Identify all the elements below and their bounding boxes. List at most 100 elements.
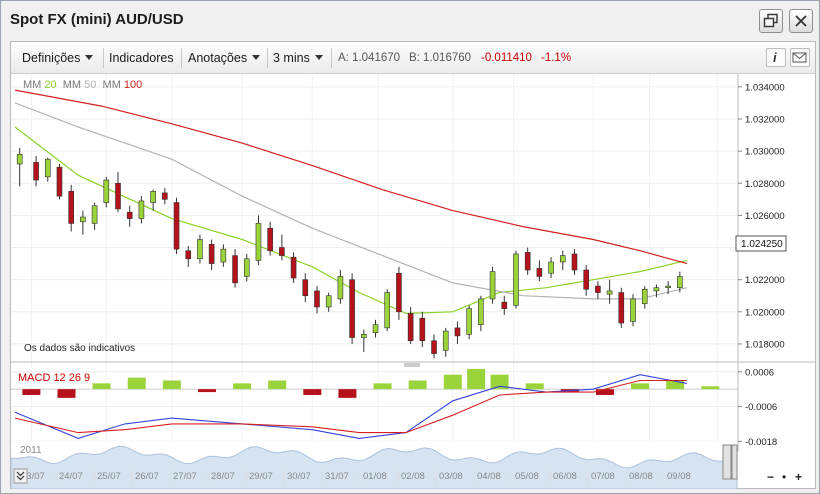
price-tick-label: 1.020000: [745, 307, 785, 318]
pane-resize-grip[interactable]: [404, 363, 420, 367]
macd-histogram-bar: [197, 389, 216, 393]
candle-body: [536, 268, 543, 277]
ma-line: [14, 89, 688, 265]
price-change-percent: -1.1%: [541, 52, 572, 64]
macd-histogram-bar: [373, 383, 392, 390]
email-icon: [792, 52, 807, 63]
email-button[interactable]: [790, 48, 810, 67]
candle-body: [513, 253, 519, 306]
navigator-handle[interactable]: [722, 444, 738, 480]
candle-body: [618, 292, 625, 324]
price-change: -0.011410: [481, 52, 532, 64]
ma50-label: 50: [84, 79, 97, 91]
price-axis: 1.034000 1.032000 1.030000 1.028000 1.026000…: [738, 82, 785, 350]
ma20-label: 20: [44, 79, 57, 91]
candle-body: [653, 287, 660, 292]
chevron-down-icon: [252, 55, 261, 60]
candle-body: [442, 330, 449, 351]
candle-body: [524, 252, 531, 271]
navigator-date-label: 03/08: [439, 471, 463, 482]
candle-body: [290, 256, 297, 279]
candle-body: [396, 272, 402, 313]
navigator-date-label: 25/07: [97, 471, 121, 482]
price-tick-label: 1.032000: [745, 114, 785, 125]
navigator-handle-left[interactable]: [722, 444, 732, 480]
ma-prefix: MM: [23, 79, 42, 91]
toolbar-divider: [181, 48, 182, 68]
candle-body: [361, 333, 367, 338]
macd-legend: MACD 12 26 9: [18, 372, 91, 384]
candle-body: [501, 301, 508, 309]
bid-price: B: 1.016760: [409, 52, 472, 64]
time-navigator[interactable]: 2011 23/07 24/07 25/07 26/07 27/07 28/07 29/07…: [11, 441, 815, 489]
candle-body: [325, 295, 332, 308]
candle-body: [548, 261, 554, 274]
macd-histogram-bar: [92, 383, 111, 390]
disclaimer: Os dados são indicativos: [24, 343, 136, 354]
toolbar-divider: [267, 48, 268, 68]
candle-body: [115, 182, 121, 210]
navigator-handle-right[interactable]: [731, 444, 738, 480]
collapse-navigator-button[interactable]: [13, 468, 28, 484]
toolbar-divider: [103, 48, 104, 68]
interval-menu[interactable]: 3 mins: [273, 51, 323, 65]
chart-area[interactable]: 1.034000 1.032000 1.030000 1.028000 1.026000…: [11, 74, 815, 488]
annotations-menu[interactable]: Anotações: [188, 51, 261, 65]
candle-body: [454, 327, 461, 337]
candle-body: [162, 192, 168, 200]
chart-window: Spot FX (mini) AUD/USD Definições Indica…: [0, 0, 820, 494]
indicators-button[interactable]: Indicadores: [109, 51, 174, 65]
ask-price: A: 1.041670: [338, 52, 401, 64]
restore-window-icon: [763, 13, 778, 28]
macd-histogram: [22, 368, 720, 398]
navigator-date-label: 31/07: [325, 471, 349, 482]
zoom-out-button[interactable]: −: [767, 470, 774, 484]
candle-body: [126, 211, 133, 219]
candle-body: [559, 255, 566, 263]
settings-menu[interactable]: Definições: [22, 51, 94, 65]
macd-histogram-bar: [338, 389, 357, 398]
navigator-date-label: 30/07: [287, 471, 311, 482]
macd-grid: [11, 371, 738, 442]
navigator-date-label: 27/07: [173, 471, 197, 482]
macd-histogram-bar: [57, 389, 76, 398]
navigator-date-label: 28/07: [211, 471, 235, 482]
close-window-button[interactable]: [789, 9, 813, 33]
zoom-reset-button[interactable]: •: [782, 470, 786, 484]
macd-histogram-bar: [701, 386, 720, 390]
candle-body: [677, 276, 683, 288]
chart-frame: Definições Indicadores Anotações 3 mins …: [10, 41, 816, 489]
navigator-year: 2011: [20, 445, 42, 456]
macd-histogram-bar: [162, 380, 181, 390]
restore-window-button[interactable]: [759, 9, 783, 33]
chart-toolbar: Definições Indicadores Anotações 3 mins …: [11, 42, 815, 74]
moving-average-legend: MM 20 MM 50 MM 100: [23, 79, 142, 91]
macd-histogram-bar: [303, 389, 322, 395]
price-tick-label: 1.018000: [745, 339, 785, 350]
candle-body: [665, 285, 671, 288]
candle-body: [33, 162, 39, 181]
price-tick-label: 1.030000: [745, 147, 785, 158]
macd-axis: 0.0006-0.0006-0.0018: [738, 367, 777, 448]
navigator-date-label: 24/07: [59, 471, 83, 482]
candle-body: [606, 290, 613, 295]
settings-menu-label: Definições: [22, 51, 81, 65]
macd-histogram-bar: [408, 380, 427, 390]
navigator-date-label: 09/08: [667, 471, 691, 482]
price-tick-label: 1.022000: [745, 275, 785, 286]
close-icon: [795, 15, 807, 27]
navigator-date-label: 01/08: [363, 471, 387, 482]
navigator-date-label: 29/07: [249, 471, 273, 482]
candle-body: [641, 289, 648, 305]
info-button[interactable]: i: [766, 48, 786, 67]
macd-histogram-bar: [233, 383, 252, 390]
price-grid: [11, 74, 738, 451]
candle-body: [279, 247, 285, 256]
ma100-label: 100: [123, 79, 143, 91]
ma-prefix: MM: [102, 79, 121, 91]
candle-body: [232, 255, 238, 284]
zoom-in-button[interactable]: +: [795, 470, 802, 484]
candle-body: [138, 200, 145, 219]
macd-histogram-bar: [631, 383, 650, 390]
candle-body: [220, 248, 227, 263]
